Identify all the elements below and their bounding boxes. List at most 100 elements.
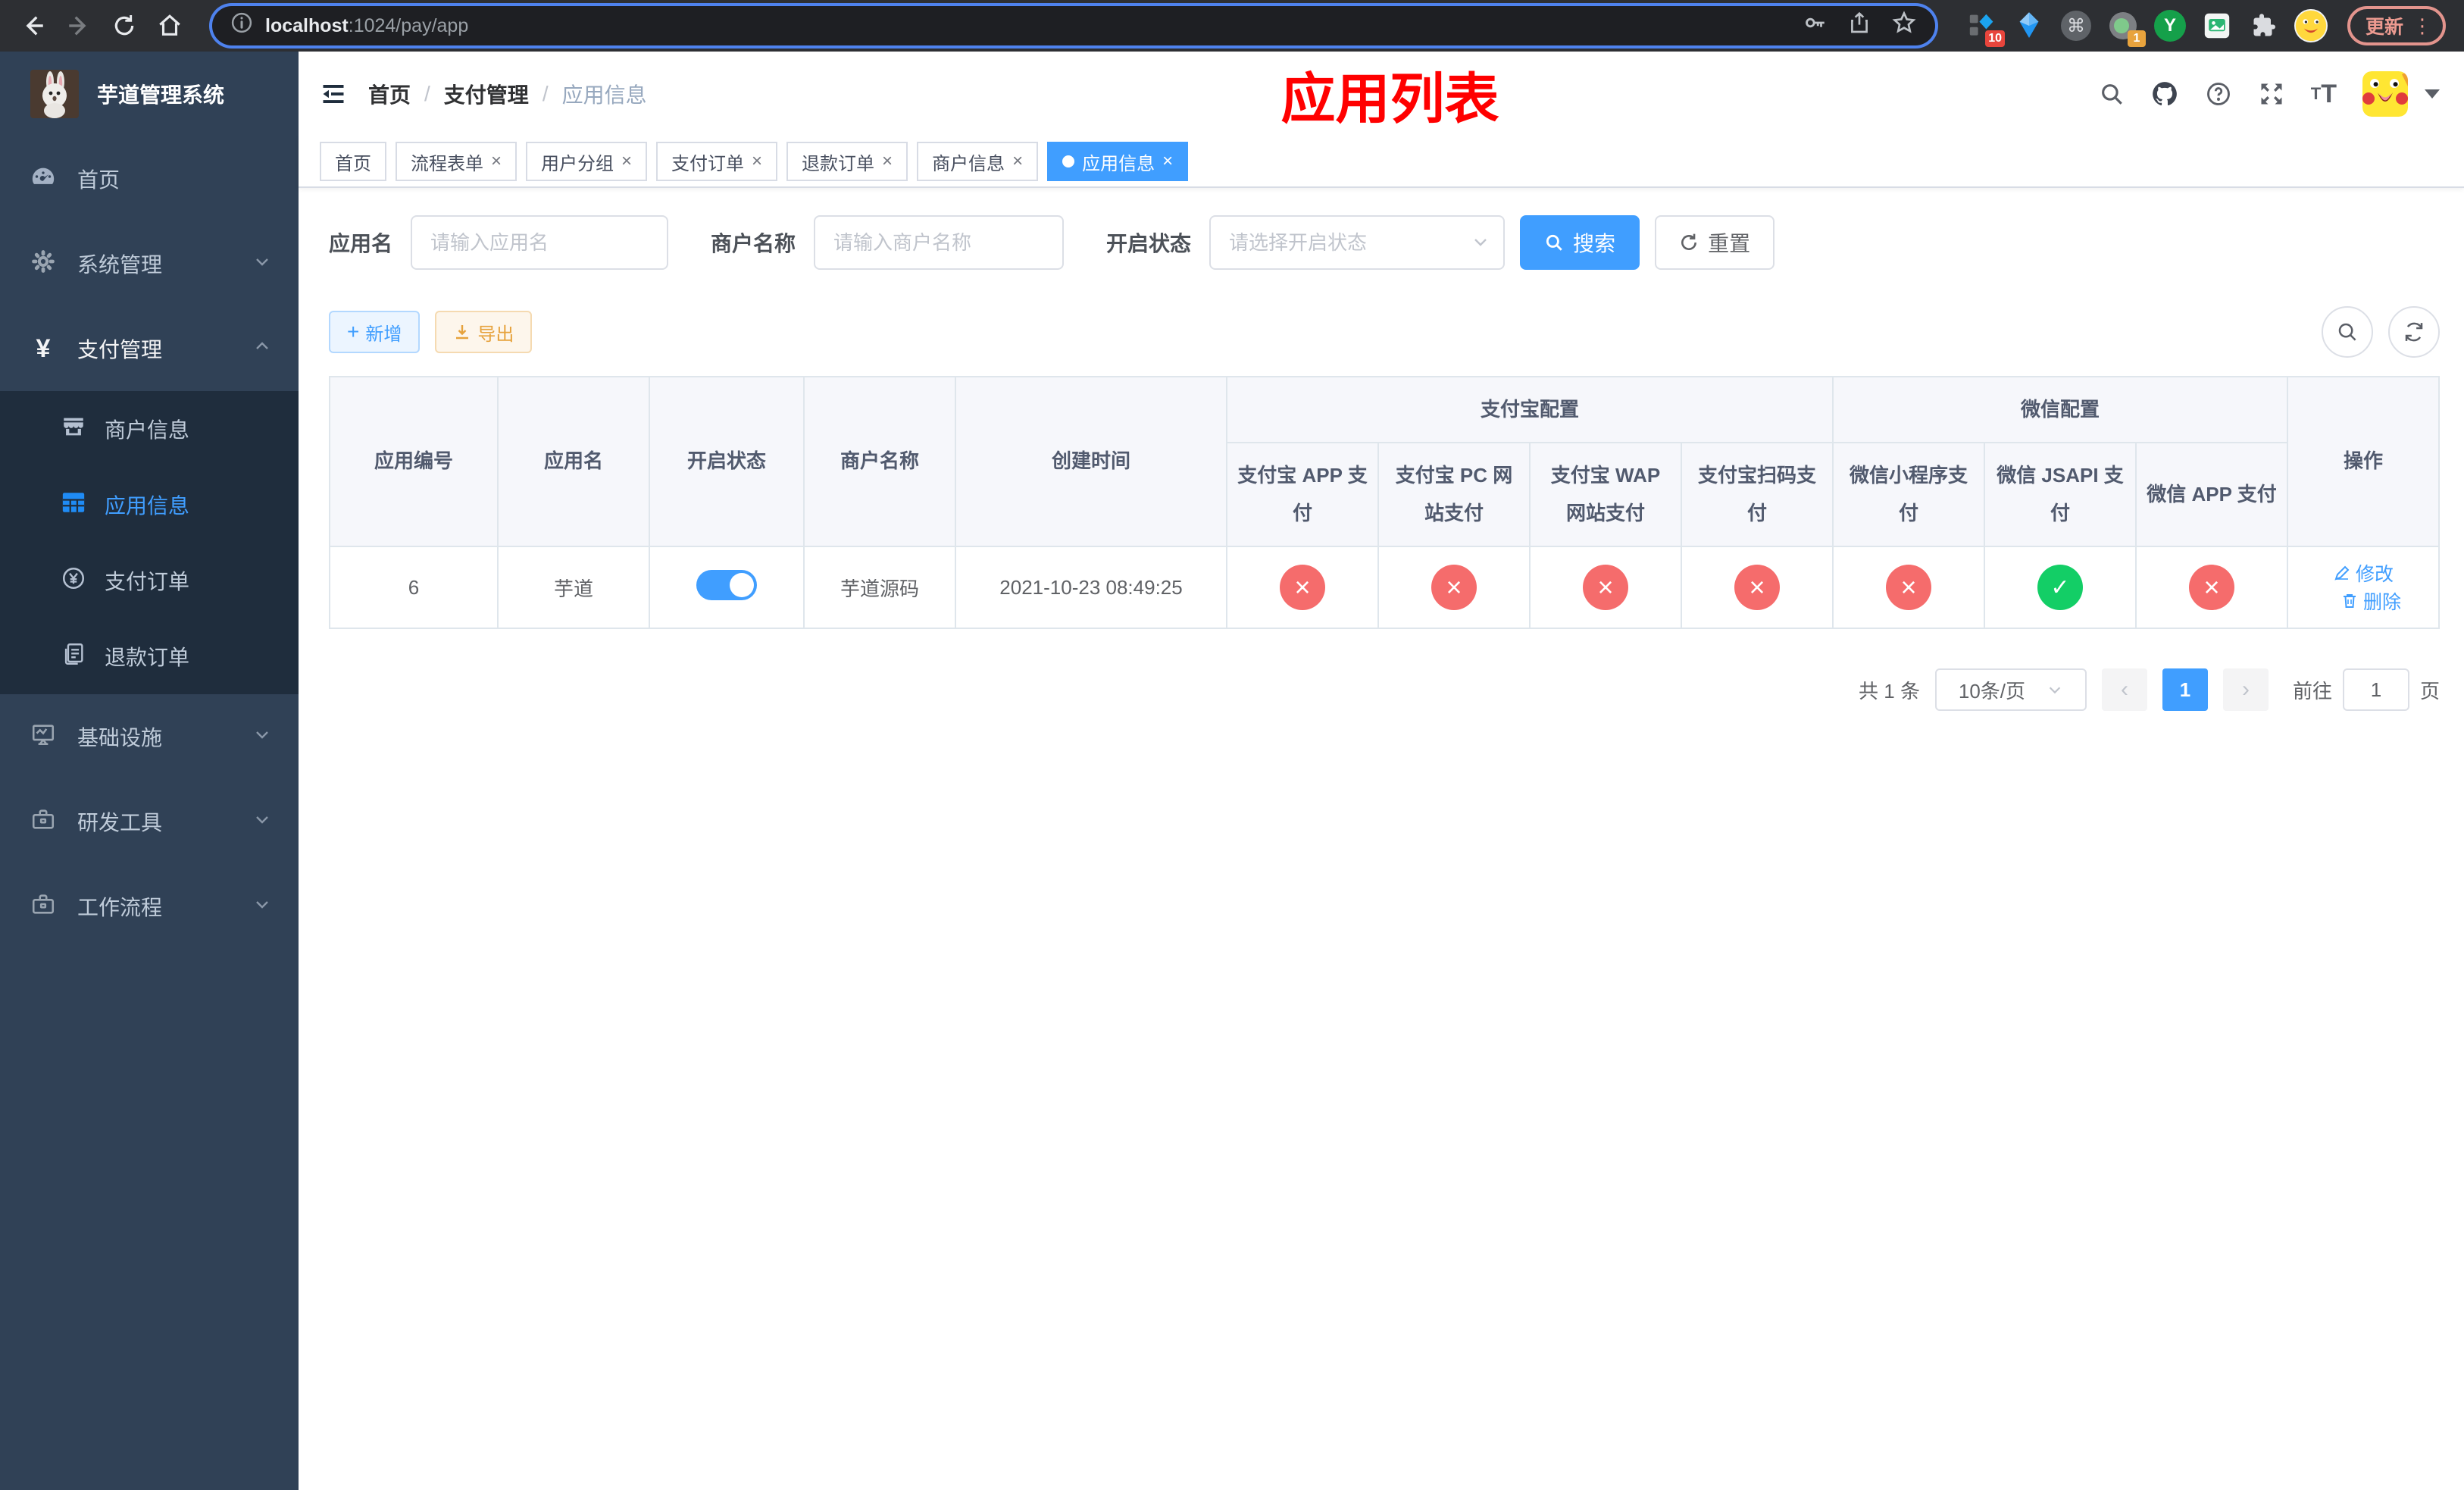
header-search-icon[interactable] bbox=[2099, 81, 2125, 107]
sidebar-item-merchant-info[interactable]: 商户信息 bbox=[0, 391, 299, 467]
sidebar-item-app-info[interactable]: 应用信息 bbox=[0, 467, 299, 543]
tab-pay-order[interactable]: 支付订单 × bbox=[656, 142, 778, 181]
sidebar-item-dev-tools[interactable]: 研发工具 bbox=[0, 779, 299, 864]
sidebar-item-home[interactable]: 首页 bbox=[0, 136, 299, 221]
extension-y-icon[interactable]: Y bbox=[2153, 9, 2187, 42]
breadcrumb-home[interactable]: 首页 bbox=[368, 79, 411, 109]
browser-profile-avatar[interactable] bbox=[2294, 9, 2328, 42]
status-toggle[interactable] bbox=[696, 569, 757, 600]
extensions-puzzle-icon[interactable] bbox=[2247, 9, 2281, 42]
col-header-wx-mini: 微信小程序支付 bbox=[1832, 442, 1985, 548]
extension-badge-2: 1 bbox=[2127, 30, 2146, 47]
extension-badge: 10 bbox=[1985, 30, 2005, 47]
close-icon[interactable]: × bbox=[621, 152, 632, 171]
close-icon[interactable]: × bbox=[1162, 152, 1173, 171]
delete-link[interactable]: 删除 bbox=[2340, 587, 2401, 615]
browser-reload-icon[interactable] bbox=[106, 8, 142, 44]
total-count: 共 1 条 bbox=[1859, 679, 1920, 703]
col-header-alipay-qr: 支付宝扫码支付 bbox=[1681, 442, 1834, 548]
font-size-icon[interactable]: TT bbox=[2311, 80, 2337, 109]
extension-chat-icon[interactable] bbox=[2200, 9, 2234, 42]
tab-app-info[interactable]: 应用信息 × bbox=[1047, 142, 1189, 181]
refresh-button[interactable] bbox=[2388, 306, 2440, 358]
goto-label: 前往 bbox=[2292, 679, 2332, 703]
close-icon[interactable]: × bbox=[1012, 152, 1023, 171]
sidebar-item-refund-order[interactable]: 退款订单 bbox=[0, 618, 299, 694]
chevron-down-icon bbox=[253, 252, 271, 276]
storefront-icon bbox=[61, 414, 86, 445]
github-icon[interactable] bbox=[2150, 80, 2179, 108]
app-name-input[interactable] bbox=[411, 215, 669, 270]
tags-view-bar: 首页 流程表单 × 用户分组 × 支付订单 × 退款订单 × 商户信息 × 应用信息 × bbox=[299, 136, 2464, 188]
search-button[interactable]: 搜索 bbox=[1520, 215, 1640, 270]
password-key-icon[interactable] bbox=[1802, 10, 1828, 42]
sidebar-item-workflow[interactable]: 工作流程 bbox=[0, 864, 299, 949]
close-icon[interactable]: × bbox=[491, 152, 502, 171]
alipay-pc-status-icon: × bbox=[1431, 565, 1477, 611]
share-icon[interactable] bbox=[1847, 11, 1871, 41]
sidebar-fold-icon[interactable] bbox=[320, 80, 347, 108]
merchant-name-label: 商户名称 bbox=[711, 232, 796, 255]
tab-refund-order[interactable]: 退款订单 × bbox=[786, 142, 908, 181]
url-text[interactable]: localhost:1024/pay/app bbox=[265, 15, 1802, 37]
user-avatar[interactable] bbox=[2362, 71, 2408, 117]
sidebar-menu: 首页 系统管理 ¥ 支付管理 商户信息 应用信息 支付订单 退款订单 基础设施 … bbox=[0, 136, 299, 1490]
payment-submenu: 商户信息 应用信息 支付订单 退款订单 bbox=[0, 391, 299, 694]
next-page-button[interactable]: › bbox=[2222, 668, 2269, 712]
toggle-search-button[interactable] bbox=[2322, 306, 2373, 358]
alipay-qr-status-icon: × bbox=[1734, 565, 1780, 611]
tab-process-form[interactable]: 流程表单 × bbox=[396, 142, 518, 181]
tab-merchant-info[interactable]: 商户信息 × bbox=[917, 142, 1039, 181]
extension-command-icon[interactable]: ⌘ bbox=[2059, 9, 2093, 42]
add-button[interactable]: + 新增 bbox=[329, 311, 421, 353]
briefcase-icon bbox=[30, 891, 56, 922]
prev-page-button[interactable]: ‹ bbox=[2101, 668, 2147, 712]
edit-link[interactable]: 修改 bbox=[2333, 559, 2394, 587]
cell-status bbox=[649, 546, 805, 630]
col-header-alipay-wap: 支付宝 WAP 网站支付 bbox=[1529, 442, 1682, 548]
status-select[interactable] bbox=[1209, 215, 1506, 270]
sidebar-item-pay-order[interactable]: 支付订单 bbox=[0, 543, 299, 618]
close-icon[interactable]: × bbox=[752, 152, 762, 171]
extension-recorder-icon[interactable]: 1 bbox=[2106, 9, 2146, 47]
sidebar-item-label: 系统管理 bbox=[77, 253, 163, 277]
url-bar[interactable]: localhost:1024/pay/app bbox=[212, 6, 1935, 45]
goto-page-input[interactable] bbox=[2342, 668, 2409, 712]
browser-update-button[interactable]: 更新 ⋮ bbox=[2347, 6, 2446, 45]
export-button[interactable]: 导出 bbox=[435, 311, 533, 353]
browser-back-icon[interactable] bbox=[15, 8, 52, 44]
tab-user-group[interactable]: 用户分组 × bbox=[526, 142, 648, 181]
sidebar-item-label: 退款订单 bbox=[105, 646, 190, 669]
monitor-chart-icon bbox=[30, 722, 56, 753]
merchant-name-input[interactable] bbox=[814, 215, 1065, 270]
app-title: 芋道管理系统 bbox=[97, 83, 225, 107]
app-logo-row[interactable]: 芋道管理系统 bbox=[0, 52, 299, 136]
cell-app-name: 芋道 bbox=[497, 546, 650, 630]
alipay-wap-status-icon: × bbox=[1583, 565, 1628, 611]
sidebar-item-system[interactable]: 系统管理 bbox=[0, 221, 299, 306]
extension-workflow-icon[interactable]: 10 bbox=[1965, 9, 2005, 47]
select-chevron-icon bbox=[2049, 687, 2061, 694]
extension-kite-icon[interactable] bbox=[2012, 9, 2046, 42]
yen-circle-icon bbox=[61, 565, 86, 596]
tab-home[interactable]: 首页 bbox=[320, 142, 386, 181]
col-header-status: 开启状态 bbox=[649, 375, 805, 548]
sidebar-item-payment[interactable]: ¥ 支付管理 bbox=[0, 306, 299, 391]
chevron-down-icon bbox=[253, 725, 271, 749]
avatar-caret-icon[interactable] bbox=[2425, 89, 2440, 99]
site-info-icon[interactable] bbox=[230, 11, 253, 40]
browser-home-icon[interactable] bbox=[152, 8, 188, 44]
fullscreen-icon[interactable] bbox=[2258, 80, 2285, 108]
browser-forward-icon[interactable] bbox=[61, 8, 97, 44]
help-icon[interactable] bbox=[2205, 80, 2232, 108]
breadcrumb-payment[interactable]: 支付管理 bbox=[444, 79, 529, 109]
browser-menu-dots-icon[interactable]: ⋮ bbox=[2412, 16, 2437, 36]
wx-app-status-icon: × bbox=[2189, 565, 2234, 611]
close-icon[interactable]: × bbox=[882, 152, 893, 171]
reset-button[interactable]: 重置 bbox=[1655, 215, 1775, 270]
bookmark-star-icon[interactable] bbox=[1891, 10, 1917, 42]
goto-suffix: 页 bbox=[2419, 679, 2440, 703]
page-number-1[interactable]: 1 bbox=[2162, 668, 2208, 712]
page-size-select[interactable]: 10条/页 bbox=[1934, 668, 2087, 712]
sidebar-item-infrastructure[interactable]: 基础设施 bbox=[0, 694, 299, 779]
